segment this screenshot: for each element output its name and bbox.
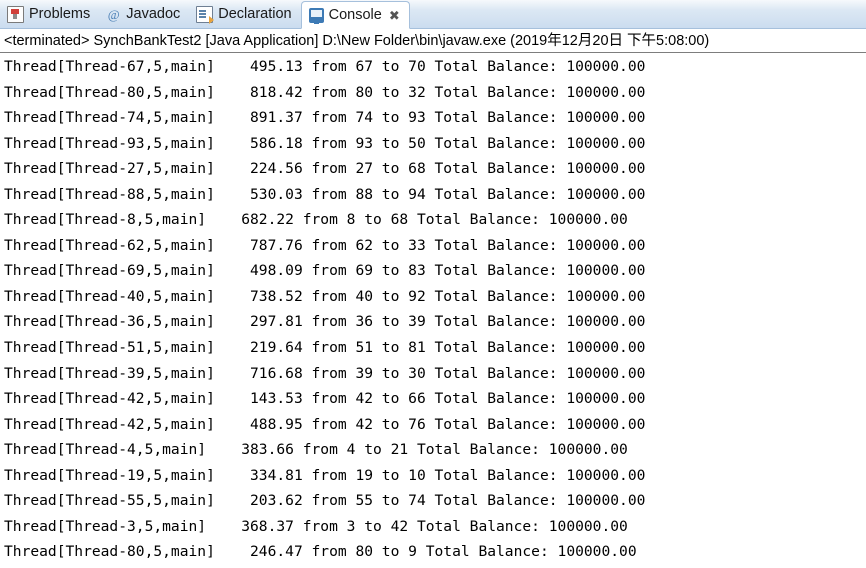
view-tab-bar: Problems @ Javadoc Declaration Console ✖ xyxy=(0,0,866,29)
tab-label: Console xyxy=(328,6,382,23)
tab-label: Problems xyxy=(29,6,91,23)
tab-javadoc[interactable]: @ Javadoc xyxy=(99,1,189,28)
problems-icon xyxy=(7,6,24,23)
close-icon[interactable]: ✖ xyxy=(389,9,400,22)
console-line: Thread[Thread-55,5,main] 203.62 from 55 … xyxy=(4,492,646,510)
javadoc-icon: @ xyxy=(107,7,120,22)
console-output[interactable]: Thread[Thread-67,5,main] 495.13 from 67 … xyxy=(0,54,866,568)
console-line: Thread[Thread-93,5,main] 586.18 from 93 … xyxy=(4,134,646,152)
console-line: Thread[Thread-4,5,main] 383.66 from 4 to… xyxy=(4,441,628,459)
console-icon xyxy=(308,7,324,24)
console-line: Thread[Thread-3,5,main] 368.37 from 3 to… xyxy=(4,517,628,535)
console-line: Thread[Thread-80,5,main] 818.42 from 80 … xyxy=(4,83,646,101)
tab-label: Javadoc xyxy=(126,6,181,23)
console-line: Thread[Thread-69,5,main] 498.09 from 69 … xyxy=(4,262,646,280)
console-line: Thread[Thread-39,5,main] 716.68 from 39 … xyxy=(4,364,646,382)
console-line: Thread[Thread-8,5,main] 682.22 from 8 to… xyxy=(4,211,628,229)
console-line: Thread[Thread-19,5,main] 334.81 from 19 … xyxy=(4,466,646,484)
tab-console[interactable]: Console ✖ xyxy=(300,1,410,29)
console-line: Thread[Thread-74,5,main] 891.37 from 74 … xyxy=(4,109,646,127)
console-line: Thread[Thread-62,5,main] 787.76 from 62 … xyxy=(4,236,646,254)
tab-declaration[interactable]: Declaration xyxy=(189,1,300,28)
launch-configuration-header: <terminated> SynchBankTest2 [Java Applic… xyxy=(0,29,866,53)
declaration-icon xyxy=(196,6,215,24)
console-line: Thread[Thread-27,5,main] 224.56 from 27 … xyxy=(4,160,646,178)
console-line: Thread[Thread-88,5,main] 530.03 from 88 … xyxy=(4,185,646,203)
console-line: Thread[Thread-42,5,main] 143.53 from 42 … xyxy=(4,390,646,408)
console-line: Thread[Thread-80,5,main] 246.47 from 80 … xyxy=(4,543,637,561)
eclipse-console-view: Problems @ Javadoc Declaration Console ✖… xyxy=(0,0,866,568)
console-line: Thread[Thread-51,5,main] 219.64 from 51 … xyxy=(4,339,646,357)
tab-label: Declaration xyxy=(218,6,292,23)
console-line: Thread[Thread-42,5,main] 488.95 from 42 … xyxy=(4,415,646,433)
console-line: Thread[Thread-40,5,main] 738.52 from 40 … xyxy=(4,287,646,305)
console-line: Thread[Thread-36,5,main] 297.81 from 36 … xyxy=(4,313,646,331)
tab-problems[interactable]: Problems xyxy=(0,1,99,28)
console-line: Thread[Thread-67,5,main] 495.13 from 67 … xyxy=(4,58,646,75)
